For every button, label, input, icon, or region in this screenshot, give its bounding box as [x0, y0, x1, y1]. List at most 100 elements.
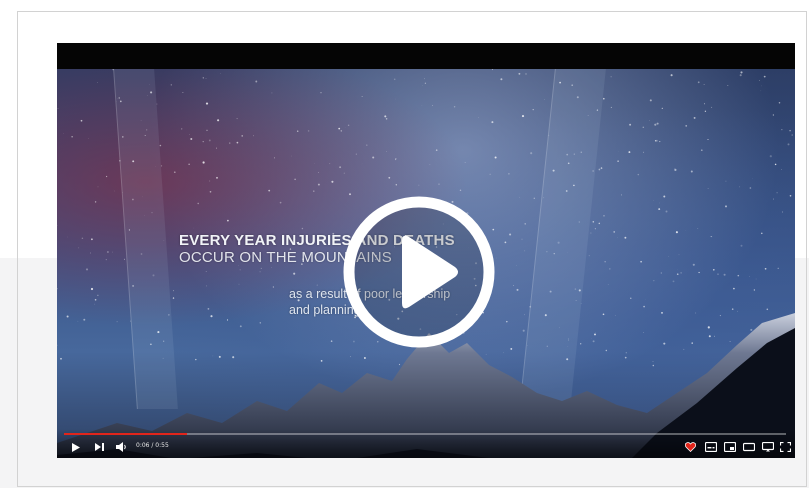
star [205, 78, 207, 80]
play-circle-icon [343, 196, 495, 348]
star [81, 237, 84, 240]
star [500, 78, 503, 81]
star [170, 84, 172, 86]
star [372, 156, 375, 159]
star [588, 255, 590, 257]
star [772, 198, 775, 200]
star [739, 186, 741, 188]
star [637, 173, 640, 176]
star [273, 157, 276, 159]
star [209, 180, 211, 182]
star [307, 130, 310, 132]
fullscreen-button[interactable] [778, 440, 792, 454]
star [711, 236, 713, 238]
progress-bar[interactable] [64, 433, 786, 435]
star [393, 78, 396, 81]
star [88, 138, 89, 139]
star [739, 74, 742, 77]
star [772, 114, 775, 116]
star [181, 128, 183, 130]
star [97, 186, 99, 188]
star [206, 129, 208, 131]
star [189, 134, 190, 135]
play-icon [72, 442, 80, 452]
star [533, 197, 535, 199]
star [338, 127, 341, 130]
star [608, 268, 611, 270]
next-button[interactable] [93, 440, 105, 454]
star [112, 251, 113, 253]
star [777, 267, 779, 269]
star [710, 236, 712, 238]
star [703, 83, 705, 85]
theater-button[interactable] [742, 440, 756, 454]
star [598, 168, 601, 171]
star [658, 208, 661, 211]
star [678, 254, 680, 256]
video-frame[interactable]: EVERY YEAR INJURIES AND DEATHS OCCUR ON … [57, 69, 795, 458]
star [320, 92, 322, 94]
star [519, 196, 520, 198]
star [159, 144, 162, 147]
star [339, 166, 342, 169]
star [704, 103, 705, 105]
star [598, 222, 601, 225]
star [202, 141, 204, 143]
star [90, 252, 91, 254]
star [654, 123, 657, 126]
star [621, 194, 622, 196]
star [114, 190, 115, 192]
star [388, 176, 391, 179]
star [604, 261, 606, 263]
star [640, 260, 642, 263]
star [740, 71, 743, 74]
star [182, 91, 184, 93]
star [78, 247, 80, 249]
subtitles-button[interactable] [704, 440, 718, 454]
star [94, 201, 97, 203]
star [524, 223, 526, 225]
star [318, 172, 319, 173]
star [202, 161, 205, 164]
star [57, 107, 59, 110]
watch-later-button[interactable] [683, 440, 697, 454]
subtitles-icon [705, 442, 717, 452]
star [789, 129, 791, 132]
star [624, 236, 627, 239]
star [301, 227, 304, 230]
star [217, 119, 220, 122]
star [659, 202, 660, 204]
star [727, 84, 729, 87]
star [778, 102, 781, 104]
star [781, 169, 782, 170]
star [697, 227, 699, 229]
volume-button[interactable] [115, 440, 129, 454]
star [386, 151, 387, 153]
video-player[interactable]: EVERY YEAR INJURIES AND DEATHS OCCUR ON … [57, 43, 795, 458]
star [366, 144, 368, 146]
star [685, 125, 688, 127]
star [418, 184, 420, 186]
cast-button[interactable] [761, 440, 775, 454]
star [216, 176, 218, 179]
star [776, 192, 778, 194]
star [478, 117, 479, 118]
star [711, 106, 713, 108]
star [521, 115, 525, 118]
big-play-button[interactable] [340, 193, 498, 351]
star [782, 211, 784, 213]
star [674, 168, 677, 171]
star [279, 201, 282, 204]
star [791, 134, 793, 136]
star [421, 105, 423, 106]
settings-button[interactable] [723, 440, 737, 454]
star [202, 77, 204, 79]
star [105, 175, 108, 178]
star [361, 95, 363, 97]
star [642, 126, 645, 129]
letterbox [57, 43, 795, 69]
star [758, 80, 760, 81]
play-button[interactable] [70, 440, 82, 454]
star [649, 99, 652, 102]
star [712, 268, 715, 271]
